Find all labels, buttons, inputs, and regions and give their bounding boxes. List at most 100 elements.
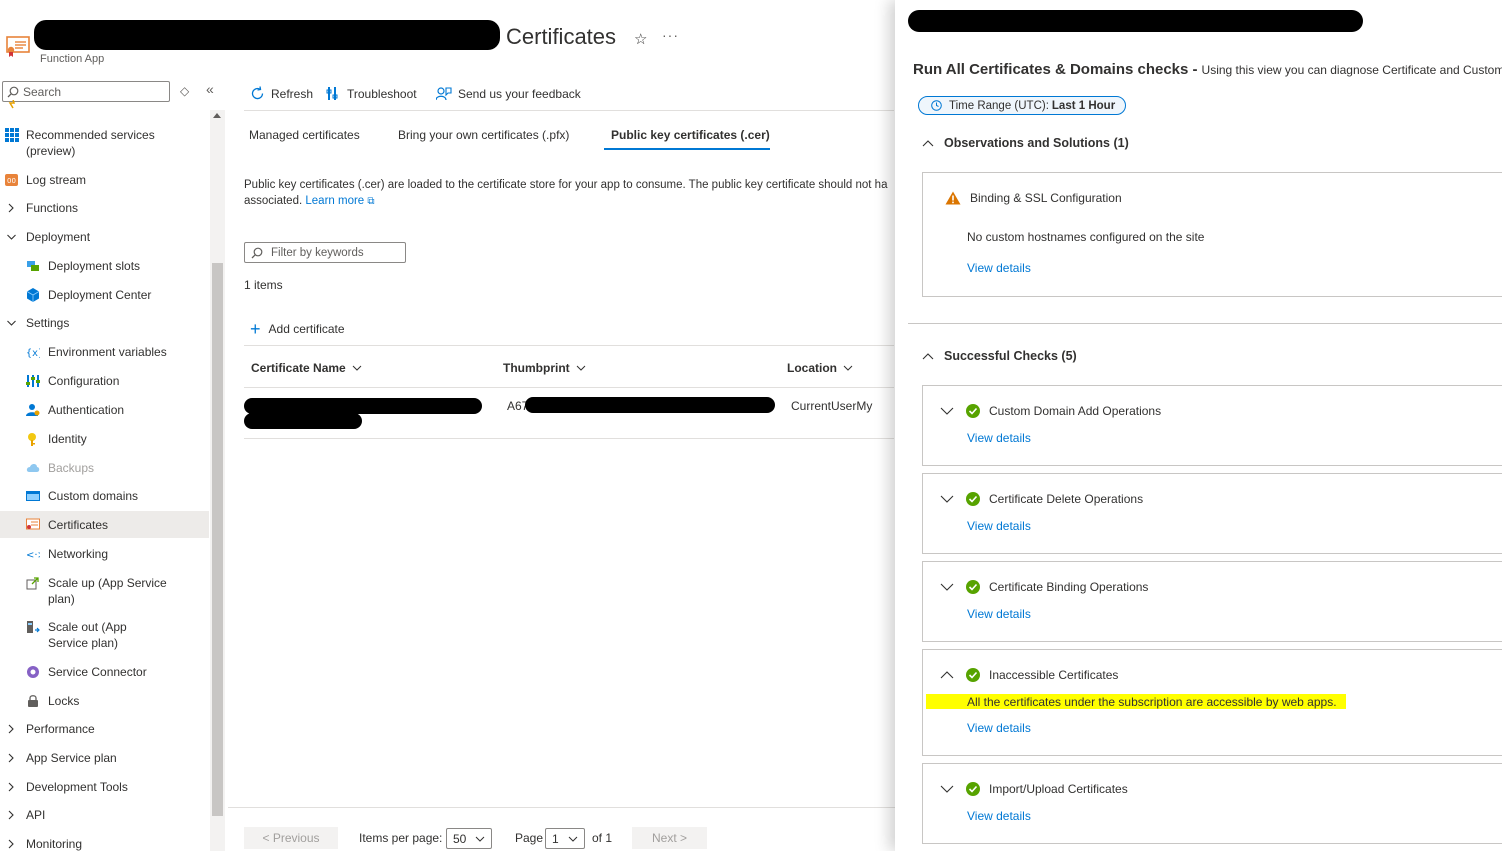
chevron-down-icon bbox=[940, 583, 954, 591]
filter-toggle-icon[interactable]: ◇ bbox=[180, 84, 189, 98]
view-details-link[interactable]: View details bbox=[967, 519, 1031, 533]
sidebar-item-service-connector[interactable]: Service Connector bbox=[0, 664, 209, 680]
configuration-icon bbox=[26, 374, 40, 388]
chevron-down-icon bbox=[475, 836, 485, 842]
page-label: Page bbox=[515, 831, 544, 845]
sidebar-item-deployment-slots[interactable]: Deployment slots bbox=[0, 258, 209, 274]
view-details-link[interactable]: View details bbox=[967, 809, 1031, 823]
sidebar-group-performance[interactable]: Performance bbox=[0, 721, 209, 737]
sidebar-item-log-stream[interactable]: 00 Log stream bbox=[0, 172, 209, 188]
sidebar-group-api[interactable]: API bbox=[0, 807, 209, 823]
chevron-right-icon bbox=[8, 782, 14, 792]
authentication-icon bbox=[26, 403, 40, 417]
previous-page-button[interactable]: < Previous bbox=[244, 827, 338, 849]
check-title-toggle[interactable]: Import/Upload Certificates bbox=[940, 782, 1128, 796]
sidebar-group-development-tools[interactable]: Development Tools bbox=[0, 779, 209, 795]
chevron-down-icon bbox=[576, 365, 586, 371]
chevron-right-icon bbox=[8, 724, 14, 734]
sidebar-group-app-service-plan[interactable]: App Service plan bbox=[0, 750, 209, 766]
sidebar-group-deployment[interactable]: Deployment bbox=[0, 229, 209, 245]
sidebar-item-scale-out[interactable]: Scale out (App Service plan) bbox=[0, 619, 209, 651]
items-per-page-label: Items per page: bbox=[359, 831, 443, 845]
sidebar-item-backups[interactable]: Backups bbox=[0, 460, 209, 476]
filter-by-keywords-input[interactable]: Filter by keywords bbox=[244, 242, 406, 263]
certificates-icon bbox=[26, 518, 40, 532]
star-icon[interactable]: ☆ bbox=[634, 30, 647, 48]
page-select[interactable]: 1 bbox=[545, 828, 585, 849]
sidebar-item-clipped[interactable] bbox=[0, 100, 209, 110]
observations-section-toggle[interactable]: Observations and Solutions (1) bbox=[922, 136, 1129, 150]
tab-bring-your-own-certificates[interactable]: Bring your own certificates (.pfx) bbox=[398, 128, 569, 142]
search-placeholder: Search bbox=[23, 84, 62, 99]
chevron-right-icon bbox=[8, 839, 14, 849]
sidebar-item-recommended-services[interactable]: Recommended services (preview) bbox=[0, 127, 209, 159]
check-card-certificate-binding: Certificate Binding Operations View deta… bbox=[922, 561, 1502, 642]
observation-card-binding-ssl: Binding & SSL Configuration No custom ho… bbox=[922, 172, 1502, 297]
chevron-down-icon bbox=[940, 495, 954, 503]
next-page-button[interactable]: Next > bbox=[632, 827, 707, 849]
sidebar-item-authentication[interactable]: Authentication bbox=[0, 402, 209, 418]
troubleshoot-button[interactable]: Troubleshoot bbox=[326, 86, 417, 101]
service-connector-icon bbox=[26, 665, 40, 679]
sidebar-item-environment-variables[interactable]: {x} Environment variables bbox=[0, 344, 209, 360]
sidebar-item-deployment-center[interactable]: Deployment Center bbox=[0, 287, 209, 303]
check-title-toggle[interactable]: Inaccessible Certificates bbox=[940, 668, 1118, 682]
deployment-center-icon bbox=[26, 288, 40, 302]
observation-title: Binding & SSL Configuration bbox=[945, 191, 1122, 205]
sidebar-item-networking[interactable]: <·> Networking bbox=[0, 546, 209, 562]
active-tab-indicator bbox=[604, 148, 770, 150]
check-title-toggle[interactable]: Custom Domain Add Operations bbox=[940, 404, 1161, 418]
learn-more-link[interactable]: Learn more bbox=[305, 195, 364, 207]
redacted-blade-header bbox=[908, 10, 1363, 32]
view-details-link[interactable]: View details bbox=[967, 607, 1031, 621]
sidebar-group-settings[interactable]: Settings bbox=[0, 315, 209, 331]
items-per-page-select[interactable]: 50 bbox=[446, 828, 492, 849]
tab-managed-certificates[interactable]: Managed certificates bbox=[249, 128, 360, 142]
chevron-down-icon bbox=[940, 407, 954, 415]
sidebar-group-monitoring[interactable]: Monitoring bbox=[0, 836, 209, 851]
add-certificate-button[interactable]: + Add certificate bbox=[250, 320, 345, 338]
column-header-certificate-name[interactable]: Certificate Name bbox=[251, 361, 362, 375]
lock-icon bbox=[26, 694, 40, 708]
sidebar-item-scale-up[interactable]: Scale up (App Service plan) bbox=[0, 575, 209, 607]
recommended-services-icon bbox=[5, 128, 19, 142]
successful-checks-section-toggle[interactable]: Successful Checks (5) bbox=[922, 349, 1077, 363]
collapse-sidebar-icon[interactable]: « bbox=[206, 81, 214, 97]
scale-out-icon bbox=[26, 620, 40, 634]
deployment-slots-icon bbox=[26, 259, 40, 273]
section-divider bbox=[908, 323, 1502, 324]
send-feedback-button[interactable]: Send us your feedback bbox=[436, 86, 581, 101]
chevron-down-icon bbox=[940, 785, 954, 793]
page-subtitle: Function App bbox=[40, 53, 105, 65]
sidebar-search-input[interactable]: Search bbox=[2, 81, 170, 102]
sidebar-item-custom-domains[interactable]: Custom domains bbox=[0, 488, 209, 504]
check-card-inaccessible-certificates: Inaccessible Certificates All the certif… bbox=[922, 649, 1502, 756]
success-check-icon bbox=[966, 404, 980, 418]
check-card-import-upload: Import/Upload Certificates View details bbox=[922, 763, 1502, 844]
more-icon[interactable]: ··· bbox=[662, 27, 679, 43]
check-title-toggle[interactable]: Certificate Delete Operations bbox=[940, 492, 1143, 506]
sidebar-item-identity[interactable]: Identity bbox=[0, 431, 209, 447]
view-details-link[interactable]: View details bbox=[967, 721, 1031, 735]
redacted-certificate-name bbox=[244, 398, 482, 414]
chevron-up-icon bbox=[922, 353, 934, 360]
sidebar-item-configuration[interactable]: Configuration bbox=[0, 373, 209, 389]
sidebar-item-certificates[interactable]: Certificates bbox=[0, 511, 209, 538]
time-range-button[interactable]: Time Range (UTC): Last 1 Hour bbox=[918, 96, 1126, 115]
page-of-total: of 1 bbox=[592, 831, 613, 845]
sidebar-scroll-thumb[interactable] bbox=[212, 263, 223, 816]
feedback-icon bbox=[436, 87, 452, 101]
scroll-up-arrow-icon[interactable] bbox=[213, 113, 221, 118]
column-header-location[interactable]: Location bbox=[787, 361, 853, 375]
chevron-down-icon bbox=[843, 365, 853, 371]
check-title-toggle[interactable]: Certificate Binding Operations bbox=[940, 580, 1148, 594]
tab-public-key-certificates[interactable]: Public key certificates (.cer) bbox=[611, 128, 770, 142]
svg-text:00: 00 bbox=[7, 177, 16, 185]
column-header-thumbprint[interactable]: Thumbprint bbox=[503, 361, 586, 375]
view-details-link[interactable]: View details bbox=[967, 431, 1031, 445]
view-details-link[interactable]: View details bbox=[967, 261, 1031, 275]
sidebar-group-functions[interactable]: Functions bbox=[0, 200, 209, 216]
sidebar-item-locks[interactable]: Locks bbox=[0, 693, 209, 709]
backups-icon bbox=[26, 461, 40, 475]
refresh-button[interactable]: Refresh bbox=[250, 86, 313, 101]
